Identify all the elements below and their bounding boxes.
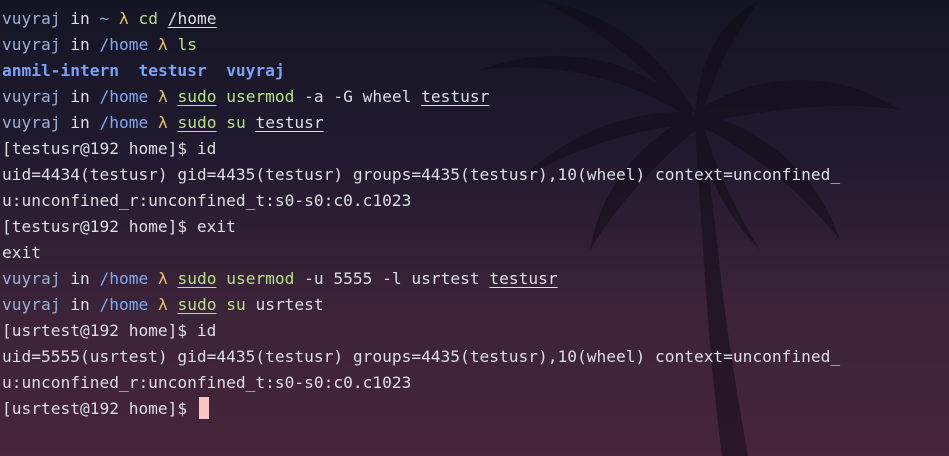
prompt-user: vuyraj bbox=[2, 87, 61, 106]
terminal-line: uid=4434(testusr) gid=4435(testusr) grou… bbox=[2, 162, 949, 188]
command-args: -a -G wheel bbox=[294, 87, 422, 106]
directory-entry: vuyraj bbox=[226, 61, 285, 80]
terminal-line: [usrtest@192 home]$ bbox=[2, 396, 949, 422]
prompt-path: /home bbox=[99, 269, 149, 288]
prompt-lambda: λ bbox=[157, 295, 168, 314]
terminal-line: uid=5555(usrtest) gid=4435(testusr) grou… bbox=[2, 344, 949, 370]
command-args: -u 5555 -l usrtest bbox=[294, 269, 490, 288]
command-name: cd bbox=[138, 9, 158, 28]
shell-prompt: [usrtest@192 home]$ bbox=[2, 399, 197, 418]
terminal-line: vuyraj in /home λ sudo usermod -u 5555 -… bbox=[2, 266, 949, 292]
terminal-line: u:unconfined_r:unconfined_t:s0-s0:c0.c10… bbox=[2, 370, 949, 396]
command-name: usermod bbox=[226, 87, 295, 106]
prompt-user: vuyraj bbox=[2, 9, 61, 28]
prompt-path: /home bbox=[99, 87, 149, 106]
prompt-user: vuyraj bbox=[2, 269, 61, 288]
prompt-lambda: λ bbox=[118, 9, 129, 28]
prompt-in: in bbox=[70, 35, 90, 54]
prompt-in: in bbox=[70, 295, 90, 314]
output-text: u:unconfined_r:unconfined_t:s0-s0:c0.c10… bbox=[2, 373, 412, 392]
terminal-line: vuyraj in /home λ sudo usermod -a -G whe… bbox=[2, 84, 949, 110]
terminal-line: vuyraj in /home λ sudo su usrtest bbox=[2, 292, 949, 318]
command-args: usrtest bbox=[245, 295, 324, 314]
command-name: su bbox=[226, 295, 246, 314]
prompt-user: vuyraj bbox=[2, 35, 61, 54]
command-sudo: sudo bbox=[177, 295, 217, 314]
terminal-line: vuyraj in ~ λ cd /home bbox=[2, 6, 949, 32]
directory-entry: testusr bbox=[138, 61, 207, 80]
terminal-line: [usrtest@192 home]$ id bbox=[2, 318, 949, 344]
prompt-in: in bbox=[70, 9, 90, 28]
command-arg-path: /home bbox=[167, 9, 217, 28]
command-name: su bbox=[226, 113, 246, 132]
command-arg-path: testusr bbox=[255, 113, 324, 132]
prompt-path: /home bbox=[99, 113, 149, 132]
terminal-line: anmil-intern testusr vuyraj bbox=[2, 58, 949, 84]
terminal-line: exit bbox=[2, 240, 949, 266]
output-text: u:unconfined_r:unconfined_t:s0-s0:c0.c10… bbox=[2, 191, 412, 210]
prompt-in: in bbox=[70, 113, 90, 132]
prompt-lambda: λ bbox=[157, 35, 168, 54]
output-text: [testusr@192 home]$ id bbox=[2, 139, 217, 158]
command-sudo: sudo bbox=[177, 113, 217, 132]
command-args bbox=[158, 9, 168, 28]
cursor-block bbox=[198, 397, 209, 419]
prompt-path: ~ bbox=[99, 9, 110, 28]
terminal-line: [testusr@192 home]$ id bbox=[2, 136, 949, 162]
command-sudo: sudo bbox=[177, 269, 217, 288]
command-args bbox=[246, 113, 256, 132]
terminal-output[interactable]: vuyraj in ~ λ cd /home vuyraj in /home λ … bbox=[2, 6, 949, 422]
terminal-line: vuyraj in /home λ sudo su testusr bbox=[2, 110, 949, 136]
prompt-user: vuyraj bbox=[2, 113, 61, 132]
output-text: uid=4434(testusr) gid=4435(testusr) grou… bbox=[2, 165, 841, 184]
prompt-path: /home bbox=[99, 35, 149, 54]
command-sudo: sudo bbox=[177, 87, 217, 106]
prompt-lambda: λ bbox=[157, 113, 168, 132]
prompt-lambda: λ bbox=[157, 87, 168, 106]
command-arg-path: testusr bbox=[489, 269, 558, 288]
output-text: [usrtest@192 home]$ id bbox=[2, 321, 217, 340]
command-name: usermod bbox=[226, 269, 295, 288]
prompt-lambda: λ bbox=[157, 269, 168, 288]
directory-entry: anmil-intern bbox=[2, 61, 119, 80]
prompt-path: /home bbox=[99, 295, 149, 314]
terminal-line: vuyraj in /home λ ls bbox=[2, 32, 949, 58]
output-text: uid=5555(usrtest) gid=4435(testusr) grou… bbox=[2, 347, 841, 366]
terminal-line: [testusr@192 home]$ exit bbox=[2, 214, 949, 240]
terminal-line: u:unconfined_r:unconfined_t:s0-s0:c0.c10… bbox=[2, 188, 949, 214]
command-name: ls bbox=[177, 35, 197, 54]
command-arg-path: testusr bbox=[421, 87, 490, 106]
prompt-user: vuyraj bbox=[2, 295, 61, 314]
prompt-in: in bbox=[70, 87, 90, 106]
output-text: exit bbox=[2, 243, 41, 262]
prompt-in: in bbox=[70, 269, 90, 288]
output-text: [testusr@192 home]$ exit bbox=[2, 217, 236, 236]
